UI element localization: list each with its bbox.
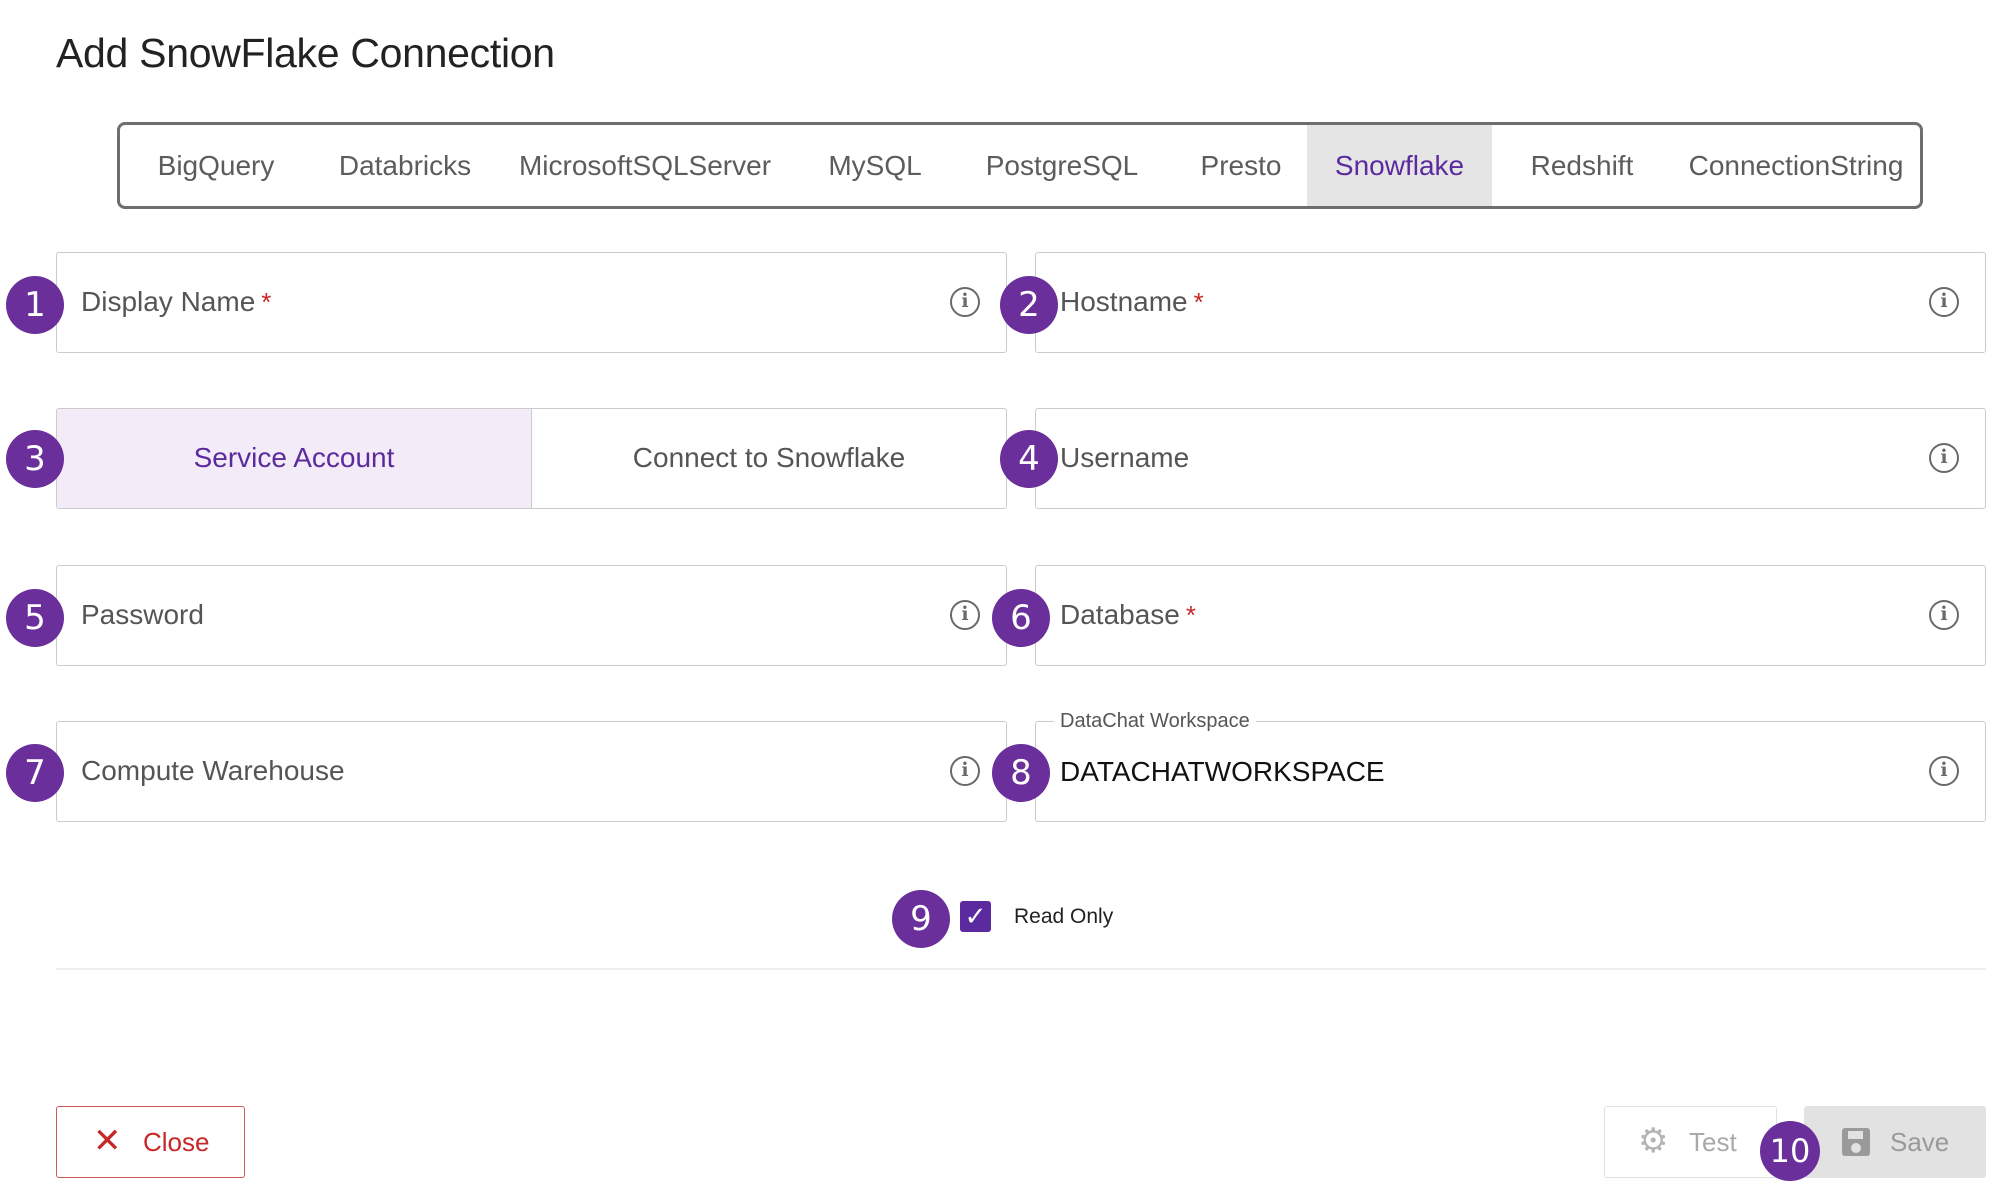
tab-microsoftsqlserver[interactable]: MicrosoftSQLServer (506, 125, 784, 206)
gear-icon: ⚙ (1638, 1122, 1669, 1160)
info-icon[interactable]: i (950, 600, 980, 630)
info-icon[interactable]: i (1929, 287, 1959, 317)
compute-warehouse-label: Compute Warehouse (81, 755, 345, 786)
tab-databricks[interactable]: Databricks (320, 125, 490, 206)
hostname-field[interactable]: Hostname * i (1035, 252, 1986, 353)
display-name-label: Display Name * (81, 286, 272, 317)
marker-2: 2 (1000, 276, 1058, 334)
datachat-workspace-field[interactable]: DataChat Workspace DATACHATWORKSPACE i (1035, 708, 1986, 822)
database-label: Database * (1060, 599, 1196, 630)
close-button[interactable]: ✕ Close (56, 1106, 245, 1178)
connect-to-snowflake-option[interactable]: Connect to Snowflake (532, 409, 1006, 508)
tab-presto[interactable]: Presto (1170, 125, 1312, 206)
password-label: Password (81, 599, 204, 630)
floppy-disk-icon (1842, 1128, 1870, 1156)
marker-6: 6 (992, 589, 1050, 647)
service-account-option[interactable]: Service Account (57, 409, 532, 508)
required-marker: * (1193, 287, 1204, 317)
tab-redshift[interactable]: Redshift (1496, 125, 1668, 206)
hostname-label: Hostname * (1060, 286, 1204, 317)
tab-snowflake[interactable]: Snowflake (1307, 125, 1492, 206)
read-only-label: Read Only (1014, 905, 1114, 928)
close-button-label: Close (143, 1127, 210, 1157)
required-marker: * (1185, 600, 1196, 630)
database-field[interactable]: Database * i (1035, 565, 1986, 666)
datachat-workspace-value: DATACHATWORKSPACE (1060, 756, 1385, 787)
test-button-label: Test (1689, 1127, 1737, 1157)
marker-7: 7 (6, 744, 64, 802)
connection-type-tabs: BigQuery Databricks MicrosoftSQLServer M… (117, 122, 1923, 209)
info-icon[interactable]: i (1929, 756, 1959, 786)
marker-10: 10 (1760, 1121, 1820, 1181)
tab-postgresql[interactable]: PostgreSQL (962, 125, 1162, 206)
username-label: Username (1060, 442, 1190, 473)
marker-9: 9 (892, 890, 950, 948)
marker-3: 3 (6, 430, 64, 488)
marker-4: 4 (1000, 430, 1058, 488)
save-button-label: Save (1890, 1127, 1950, 1157)
info-icon[interactable]: i (1929, 600, 1959, 630)
read-only-checkbox[interactable]: ✓ (960, 901, 991, 932)
auth-method-toggle: Service Account Connect to Snowflake (56, 408, 1007, 509)
display-name-field[interactable]: Display Name * i (56, 252, 1007, 353)
test-button[interactable]: ⚙ Test (1604, 1106, 1777, 1178)
footer-divider (56, 968, 1986, 970)
save-button[interactable]: Save (1804, 1106, 1986, 1178)
compute-warehouse-field[interactable]: Compute Warehouse i (56, 721, 1007, 822)
info-icon[interactable]: i (1929, 443, 1959, 473)
info-icon[interactable]: i (950, 756, 980, 786)
tab-mysql[interactable]: MySQL (800, 125, 950, 206)
password-field[interactable]: Password i (56, 565, 1007, 666)
marker-8: 8 (992, 744, 1050, 802)
info-icon[interactable]: i (950, 287, 980, 317)
close-icon: ✕ (93, 1122, 122, 1160)
tab-bigquery[interactable]: BigQuery (136, 125, 296, 206)
marker-5: 5 (6, 589, 64, 647)
username-field[interactable]: Username i (1035, 408, 1986, 509)
required-marker: * (261, 287, 272, 317)
check-icon: ✓ (964, 901, 987, 931)
dialog-title: Add SnowFlake Connection (56, 30, 555, 76)
marker-1: 1 (6, 276, 64, 334)
tab-connectionstring[interactable]: ConnectionString (1680, 125, 1912, 206)
